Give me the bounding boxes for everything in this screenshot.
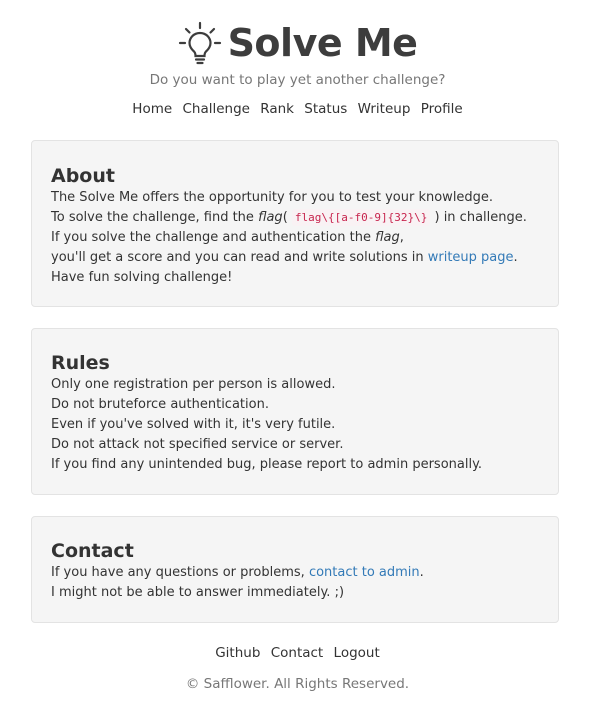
paren-open: (: [282, 210, 292, 225]
site-tagline: Do you want to play yet another challeng…: [149, 72, 446, 88]
contact-heading: Contact: [51, 540, 134, 562]
nav-home[interactable]: Home: [132, 101, 172, 117]
nav-status[interactable]: Status: [304, 101, 347, 117]
about-text: ) in challenge.: [430, 210, 527, 225]
about-heading: About: [51, 165, 115, 187]
contact-text: If you have any questions or problems,: [51, 565, 309, 580]
brand: Solve Me: [0, 16, 595, 70]
writeup-page-link[interactable]: writeup page: [428, 250, 514, 265]
contact-text: .: [419, 565, 424, 580]
flag-format-code: flag\{[a-f0-9]{32}\}: [291, 209, 431, 226]
copyright: © Safflower. All Rights Reserved.: [185, 676, 410, 692]
contact-admin-link[interactable]: contact to admin: [309, 565, 420, 580]
about-text: To solve the challenge, find the: [51, 210, 259, 225]
page: Solve Me Do you want to play yet another…: [0, 0, 595, 713]
about-text: .: [513, 250, 518, 265]
about-panel: About The Solve Me offers the opportunit…: [31, 140, 559, 307]
contact-line: I might not be able to answer immediatel…: [51, 585, 345, 600]
about-text: If you solve the challenge and authentic…: [51, 230, 376, 245]
about-line: Have fun solving challenge!: [51, 270, 233, 285]
rule-item: Even if you've solved with it, it's very…: [51, 417, 336, 432]
nav-challenge[interactable]: Challenge: [182, 101, 250, 117]
nav-profile[interactable]: Profile: [421, 101, 463, 117]
about-line: If you solve the challenge and authentic…: [51, 228, 539, 248]
flag-word: flag: [375, 230, 400, 245]
rule-item: If you find any unintended bug, please r…: [51, 457, 483, 472]
nav-rank[interactable]: Rank: [260, 101, 294, 117]
about-line: The Solve Me offers the opportunity for …: [51, 190, 494, 205]
lightbulb-icon: [178, 21, 222, 65]
about-line: you'll get a score and you can read and …: [51, 248, 539, 268]
nav-writeup[interactable]: Writeup: [358, 101, 411, 117]
footer-nav: Github Contact Logout: [0, 645, 595, 661]
about-text: ,: [399, 230, 404, 245]
footer-contact-link[interactable]: Contact: [271, 645, 324, 661]
rules-heading: Rules: [51, 352, 110, 374]
main-nav: Home Challenge Rank Status Writeup Profi…: [0, 101, 595, 117]
rules-panel: Rules Only one registration per person i…: [31, 328, 559, 495]
site-title: Solve Me: [227, 21, 418, 65]
footer-logout-link[interactable]: Logout: [334, 645, 380, 661]
contact-line: If you have any questions or problems, c…: [51, 563, 539, 583]
rule-item: Only one registration per person is allo…: [51, 377, 336, 392]
rule-item: Do not attack not specified service or s…: [51, 437, 344, 452]
about-text: you'll get a score and you can read and …: [51, 250, 428, 265]
contact-panel: Contact If you have any questions or pro…: [31, 516, 559, 623]
flag-word: flag: [258, 210, 283, 225]
about-flag-line: To solve the challenge, find the flag( f…: [51, 208, 539, 228]
rule-item: Do not bruteforce authentication.: [51, 397, 269, 412]
footer-github-link[interactable]: Github: [215, 645, 260, 661]
